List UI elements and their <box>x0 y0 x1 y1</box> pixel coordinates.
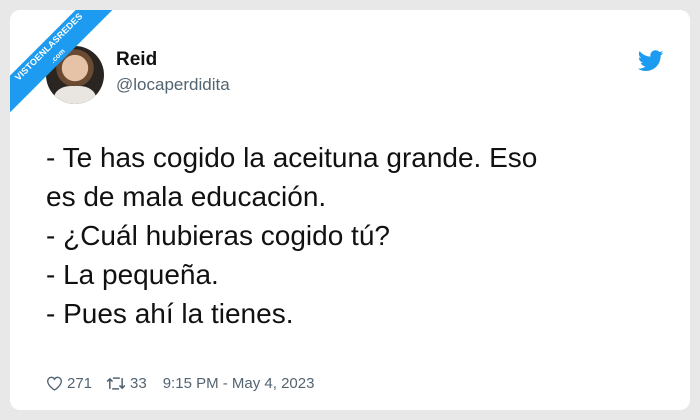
retweet-button[interactable]: 33 <box>106 375 147 392</box>
user-handle[interactable]: @locaperdidita <box>116 75 230 95</box>
tweet-footer: 271 33 9:15 PM - May 4, 2023 <box>46 372 314 394</box>
like-count: 271 <box>67 374 93 392</box>
retweet-icon <box>106 376 126 390</box>
tweet-timestamp[interactable]: 9:15 PM - May 4, 2023 <box>163 375 315 392</box>
user-name[interactable]: Reid <box>116 49 157 71</box>
retweet-count: 33 <box>130 374 147 392</box>
tweet-header: Reid @locaperdidita <box>46 46 666 106</box>
tweet-line: - Pues ahí la tienes. <box>46 298 294 329</box>
tweet-line: es de mala educación. <box>46 181 327 212</box>
tweet-text: - Te has cogido la aceituna grande. Eso … <box>46 138 666 333</box>
like-button[interactable]: 271 <box>46 375 92 392</box>
tweet-card: VISTOENLASREDES .com Reid @locaperdidita… <box>10 10 690 410</box>
twitter-bird-icon <box>638 50 664 71</box>
heart-icon <box>46 376 63 391</box>
tweet-line: - ¿Cuál hubieras cogido tú? <box>46 220 390 251</box>
watermark-ribbon: VISTOENLASREDES .com <box>10 10 120 120</box>
tweet-line: - La pequeña. <box>46 259 219 290</box>
tweet-line: - Te has cogido la aceituna grande. Eso <box>46 142 538 173</box>
